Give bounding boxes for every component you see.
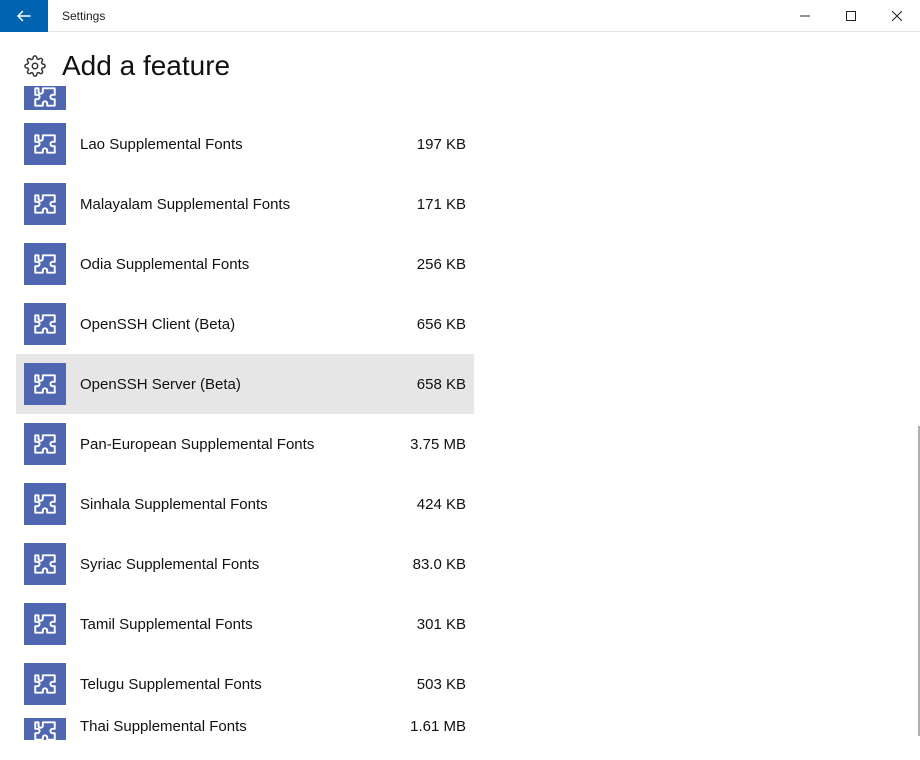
maximize-button[interactable] [828, 0, 874, 32]
feature-size: 3.75 MB [382, 436, 466, 453]
feature-row[interactable]: OpenSSH Server (Beta)658 KB [16, 354, 474, 414]
feature-row[interactable]: Syriac Supplemental Fonts83.0 KB [16, 534, 474, 594]
feature-size: 171 KB [382, 196, 466, 213]
minimize-button[interactable] [782, 0, 828, 32]
page-header: Add a feature [0, 32, 920, 82]
window-controls [782, 0, 920, 32]
scrollbar[interactable] [914, 86, 920, 760]
feature-name: OpenSSH Client (Beta) [66, 316, 382, 333]
puzzle-icon [24, 603, 66, 645]
feature-name: OpenSSH Server (Beta) [66, 376, 382, 393]
puzzle-icon [24, 243, 66, 285]
maximize-icon [846, 11, 856, 21]
feature-size: 503 KB [382, 676, 466, 693]
feature-name: Tamil Supplemental Fonts [66, 616, 382, 633]
page-title: Add a feature [62, 50, 230, 82]
puzzle-icon [24, 183, 66, 225]
puzzle-icon [24, 718, 66, 740]
feature-row[interactable]: Sinhala Supplemental Fonts424 KB [16, 474, 474, 534]
feature-row[interactable]: Pan-European Supplemental Fonts3.75 MB [16, 414, 474, 474]
gear-icon [24, 55, 46, 82]
feature-name: Syriac Supplemental Fonts [66, 556, 382, 573]
feature-row[interactable]: Telugu Supplemental Fonts503 KB [16, 654, 474, 714]
feature-row[interactable]: Korean Supplemental Fonts0.00 MB [16, 86, 474, 114]
content-area: Korean Supplemental Fonts0.00 MBLao Supp… [0, 86, 920, 760]
feature-name: Pan-European Supplemental Fonts [66, 436, 382, 453]
feature-size: 656 KB [382, 316, 466, 333]
feature-row[interactable]: Malayalam Supplemental Fonts171 KB [16, 174, 474, 234]
feature-name: Sinhala Supplemental Fonts [66, 496, 382, 513]
feature-name: Odia Supplemental Fonts [66, 256, 382, 273]
feature-name: Lao Supplemental Fonts [66, 136, 382, 153]
back-arrow-icon [15, 7, 33, 25]
feature-size: 1.61 MB [382, 718, 466, 735]
feature-size: 83.0 KB [382, 556, 466, 573]
feature-size: 658 KB [382, 376, 466, 393]
window-title: Settings [48, 9, 782, 23]
puzzle-icon [24, 483, 66, 525]
feature-list: Korean Supplemental Fonts0.00 MBLao Supp… [0, 86, 920, 740]
feature-size: 197 KB [382, 136, 466, 153]
feature-size: 256 KB [382, 256, 466, 273]
puzzle-icon [24, 663, 66, 705]
titlebar: Settings [0, 0, 920, 32]
puzzle-icon [24, 423, 66, 465]
feature-name: Thai Supplemental Fonts [66, 718, 382, 735]
feature-row[interactable]: Odia Supplemental Fonts256 KB [16, 234, 474, 294]
close-button[interactable] [874, 0, 920, 32]
puzzle-icon [24, 123, 66, 165]
feature-row[interactable]: Thai Supplemental Fonts1.61 MB [16, 714, 474, 740]
close-icon [892, 11, 902, 21]
feature-size: 424 KB [382, 496, 466, 513]
feature-row[interactable]: Lao Supplemental Fonts197 KB [16, 114, 474, 174]
feature-name: Telugu Supplemental Fonts [66, 676, 382, 693]
feature-size: 301 KB [382, 616, 466, 633]
feature-name: Malayalam Supplemental Fonts [66, 196, 382, 213]
feature-row[interactable]: Tamil Supplemental Fonts301 KB [16, 594, 474, 654]
back-button[interactable] [0, 0, 48, 32]
puzzle-icon [24, 86, 66, 110]
minimize-icon [800, 11, 810, 21]
puzzle-icon [24, 543, 66, 585]
feature-row[interactable]: OpenSSH Client (Beta)656 KB [16, 294, 474, 354]
puzzle-icon [24, 363, 66, 405]
puzzle-icon [24, 303, 66, 345]
